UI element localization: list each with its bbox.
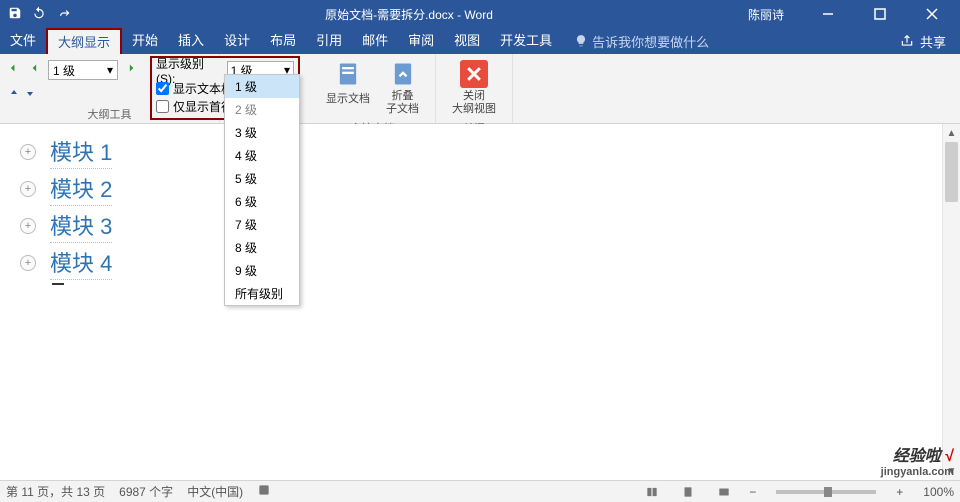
- move-down-icon[interactable]: [24, 86, 36, 104]
- read-mode-icon[interactable]: [641, 483, 663, 501]
- tab-mail[interactable]: 邮件: [352, 28, 398, 54]
- zoom-in-icon[interactable]: +: [896, 485, 903, 499]
- expand-bullet-icon[interactable]: +: [20, 218, 36, 234]
- dropdown-item[interactable]: 5 级: [225, 167, 299, 190]
- promote-icon[interactable]: [28, 61, 42, 80]
- tab-review[interactable]: 审阅: [398, 28, 444, 54]
- document-area[interactable]: + 模块 1 + 模块 2 + 模块 3 + 模块 4 ▲ ▼: [0, 124, 960, 480]
- tab-dev[interactable]: 开发工具: [490, 28, 562, 54]
- scroll-up-icon[interactable]: ▲: [943, 124, 960, 142]
- tab-file[interactable]: 文件: [0, 28, 46, 54]
- language-status[interactable]: 中文(中国): [187, 483, 243, 500]
- minimize-button[interactable]: [808, 0, 848, 28]
- close-outline-button[interactable]: 关闭大纲视图: [444, 58, 504, 118]
- expand-icon[interactable]: [40, 86, 52, 104]
- heading-text[interactable]: 模块 3: [50, 209, 112, 243]
- scroll-thumb[interactable]: [945, 142, 958, 202]
- dropdown-item[interactable]: 3 级: [225, 121, 299, 144]
- heading-text[interactable]: 模块 1: [50, 135, 112, 169]
- outline-item[interactable]: + 模块 1: [20, 135, 940, 169]
- outline-item[interactable]: + 模块 4: [20, 246, 940, 280]
- move-up-icon[interactable]: [8, 86, 20, 104]
- chevron-down-icon: ▾: [107, 63, 113, 77]
- tab-layout[interactable]: 布局: [260, 28, 306, 54]
- window-title: 原始文档-需要拆分.docx - Word: [78, 6, 740, 23]
- show-document-button[interactable]: 显示文档: [318, 58, 378, 118]
- tab-view[interactable]: 视图: [444, 28, 490, 54]
- dropdown-item[interactable]: 6 级: [225, 190, 299, 213]
- outline-item[interactable]: + 模块 3: [20, 209, 940, 243]
- master-doc-group: 显示文档 折叠子文档 主控文档: [310, 54, 436, 123]
- word-count[interactable]: 6987 个字: [119, 483, 173, 500]
- close-group: 关闭大纲视图 关闭: [436, 54, 513, 123]
- dropdown-item[interactable]: 7 级: [225, 213, 299, 236]
- expand-bullet-icon[interactable]: +: [20, 255, 36, 271]
- expand-bullet-icon[interactable]: +: [20, 181, 36, 197]
- zoom-slider[interactable]: [776, 490, 876, 494]
- dropdown-item[interactable]: 1 级: [225, 75, 299, 98]
- tell-me[interactable]: 告诉我你想要做什么: [562, 32, 709, 51]
- tab-outline[interactable]: 大纲显示: [46, 28, 122, 54]
- zoom-value[interactable]: 100%: [923, 485, 954, 499]
- watermark: 经验啦 √ jingyanla.com: [881, 442, 954, 478]
- zoom-out-icon[interactable]: −: [749, 485, 756, 499]
- show-text-format-checkbox[interactable]: [156, 82, 169, 95]
- vertical-scrollbar[interactable]: ▲ ▼: [942, 124, 960, 480]
- dropdown-item[interactable]: 所有级别: [225, 282, 299, 305]
- first-line-only-checkbox[interactable]: [156, 100, 169, 113]
- dropdown-item[interactable]: 8 级: [225, 236, 299, 259]
- heading-text[interactable]: 模块 2: [50, 172, 112, 206]
- undo-icon[interactable]: [32, 6, 46, 23]
- outline-item[interactable]: + 模块 2: [20, 172, 940, 206]
- dropdown-item[interactable]: 2 级: [225, 98, 299, 121]
- text-cursor: [52, 283, 64, 285]
- dropdown-item[interactable]: 4 级: [225, 144, 299, 167]
- status-bar: 第 11 页，共 13 页 6987 个字 中文(中国) − + 100%: [0, 480, 960, 502]
- title-bar: 原始文档-需要拆分.docx - Word 陈丽诗: [0, 0, 960, 28]
- show-level-dropdown[interactable]: 1 级 2 级 3 级 4 级 5 级 6 级 7 级 8 级 9 级 所有级别: [224, 74, 300, 306]
- heading-text[interactable]: 模块 4: [50, 246, 112, 280]
- print-layout-icon[interactable]: [677, 483, 699, 501]
- expand-bullet-icon[interactable]: +: [20, 144, 36, 160]
- promote-to-heading1-icon[interactable]: [8, 61, 22, 80]
- web-layout-icon[interactable]: [713, 483, 735, 501]
- save-icon[interactable]: [8, 6, 22, 23]
- tab-insert[interactable]: 插入: [168, 28, 214, 54]
- outline-level-select[interactable]: 1 级 ▾: [48, 60, 118, 80]
- maximize-button[interactable]: [860, 0, 900, 28]
- ribbon-tabs: 文件 大纲显示 开始 插入 设计 布局 引用 邮件 审阅 视图 开发工具 告诉我…: [0, 28, 960, 54]
- close-window-button[interactable]: [912, 0, 952, 28]
- user-name[interactable]: 陈丽诗: [748, 6, 784, 23]
- tab-home[interactable]: 开始: [122, 28, 168, 54]
- ribbon: 1 级 ▾ 大纲工具 显示级别(S): 1 级 ▾ 显示文本格式: [0, 54, 960, 124]
- share-button[interactable]: 共享: [886, 32, 960, 51]
- collapse-subdoc-button[interactable]: 折叠子文档: [378, 58, 427, 118]
- macro-icon[interactable]: [257, 483, 271, 500]
- tab-design[interactable]: 设计: [214, 28, 260, 54]
- demote-icon[interactable]: [124, 61, 138, 80]
- page-status[interactable]: 第 11 页，共 13 页: [6, 483, 105, 500]
- redo-icon[interactable]: [56, 6, 70, 23]
- collapse-icon[interactable]: [56, 86, 68, 104]
- dropdown-item[interactable]: 9 级: [225, 259, 299, 282]
- tab-references[interactable]: 引用: [306, 28, 352, 54]
